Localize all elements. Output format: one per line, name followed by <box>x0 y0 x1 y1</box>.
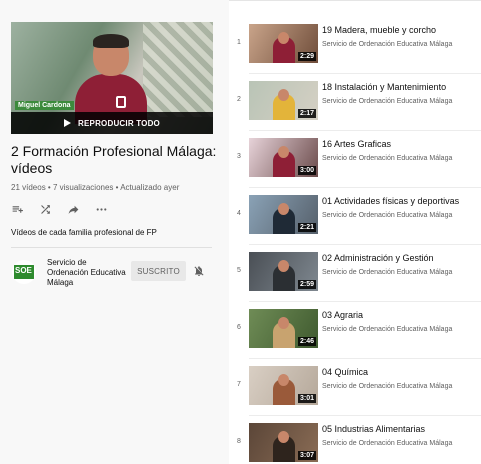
playlist-video-item[interactable]: 8 3:07 05 Industrias Alimentarias Servicio … <box>229 423 481 464</box>
video-duration: 2:46 <box>297 337 316 346</box>
video-thumbnail[interactable]: 2:59 <box>249 252 318 291</box>
video-title[interactable]: 16 Artes Graficas <box>322 139 480 149</box>
video-duration: 3:00 <box>297 166 316 175</box>
playlist-stats: 21 vídeos • 7 visualizaciones • Actualiz… <box>11 183 180 192</box>
notifications-off-icon[interactable] <box>193 264 205 278</box>
video-title[interactable]: 03 Agraria <box>322 310 480 320</box>
video-channel[interactable]: Servicio de Ordenación Educativa Málaga <box>322 98 452 105</box>
play-all-label: REPRODUCIR TODO <box>78 118 160 128</box>
video-channel[interactable]: Servicio de Ordenación Educativa Málaga <box>322 155 452 162</box>
divider <box>249 358 481 359</box>
video-index: 5 <box>237 267 241 274</box>
divider <box>249 301 481 302</box>
video-thumbnail[interactable]: 2:29 <box>249 24 318 63</box>
playlist-video-list: 1 2:29 19 Madera, mueble y corcho Servicio … <box>229 0 481 464</box>
playlist-sidebar: Miguel Cardona REPRODUCIR TODO 2 Formaci… <box>0 0 229 464</box>
share-icon[interactable] <box>67 203 80 216</box>
video-index: 1 <box>237 39 241 46</box>
play-all-button[interactable]: REPRODUCIR TODO <box>11 112 213 134</box>
add-to-queue-icon[interactable] <box>11 203 24 216</box>
video-duration: 3:01 <box>297 394 316 403</box>
video-index: 4 <box>237 210 241 217</box>
channel-avatar[interactable]: SOE <box>12 260 36 284</box>
video-title[interactable]: 18 Instalación y Mantenimiento <box>322 82 480 92</box>
more-icon[interactable] <box>95 203 108 216</box>
video-title[interactable]: 05 Industrias Alimentarias <box>322 424 480 434</box>
video-channel[interactable]: Servicio de Ordenación Educativa Málaga <box>322 440 452 447</box>
playlist-thumbnail[interactable]: Miguel Cardona REPRODUCIR TODO <box>11 22 213 134</box>
video-channel[interactable]: Servicio de Ordenación Educativa Málaga <box>322 383 452 390</box>
playlist-title: 2 Formación Profesional Málaga: vídeos <box>11 143 217 176</box>
video-thumbnail[interactable]: 3:00 <box>249 138 318 177</box>
video-index: 8 <box>237 438 241 445</box>
video-duration: 3:07 <box>297 451 316 460</box>
video-thumbnail[interactable]: 2:17 <box>249 81 318 120</box>
video-index: 3 <box>237 153 241 160</box>
channel-name[interactable]: Servicio de Ordenación Educativa Málaga <box>47 258 127 288</box>
video-duration: 2:21 <box>297 223 316 232</box>
video-channel[interactable]: Servicio de Ordenación Educativa Málaga <box>322 212 452 219</box>
divider <box>249 187 481 188</box>
video-channel[interactable]: Servicio de Ordenación Educativa Málaga <box>322 326 452 333</box>
video-title[interactable]: 01 Actividades físicas y deportivas <box>322 196 480 206</box>
divider <box>249 244 481 245</box>
thumbnail-caption: Miguel Cardona <box>15 101 74 110</box>
subscribed-button[interactable]: SUSCRITO <box>131 261 186 281</box>
shuffle-icon[interactable] <box>39 203 52 216</box>
video-channel[interactable]: Servicio de Ordenación Educativa Málaga <box>322 41 452 48</box>
video-title[interactable]: 19 Madera, mueble y corcho <box>322 25 480 35</box>
video-title[interactable]: 02 Administración y Gestión <box>322 253 480 263</box>
playlist-actions <box>11 203 108 216</box>
divider <box>11 247 212 248</box>
video-duration: 2:17 <box>297 109 316 118</box>
video-index: 6 <box>237 324 241 331</box>
video-thumbnail[interactable]: 3:07 <box>249 423 318 462</box>
playlist-description: Vídeos de cada familia profesional de FP <box>11 228 157 237</box>
presenter-figure <box>73 34 149 124</box>
channel-avatar-text: SOE <box>15 266 32 275</box>
divider <box>249 415 481 416</box>
play-icon <box>64 119 72 127</box>
video-thumbnail[interactable]: 3:01 <box>249 366 318 405</box>
video-thumbnail[interactable]: 2:21 <box>249 195 318 234</box>
video-title[interactable]: 04 Química <box>322 367 480 377</box>
divider <box>249 73 481 74</box>
video-index: 2 <box>237 96 241 103</box>
divider <box>249 130 481 131</box>
video-channel[interactable]: Servicio de Ordenación Educativa Málaga <box>322 269 452 276</box>
video-duration: 2:29 <box>297 52 316 61</box>
video-thumbnail[interactable]: 2:46 <box>249 309 318 348</box>
video-duration: 2:59 <box>297 280 316 289</box>
video-index: 7 <box>237 381 241 388</box>
